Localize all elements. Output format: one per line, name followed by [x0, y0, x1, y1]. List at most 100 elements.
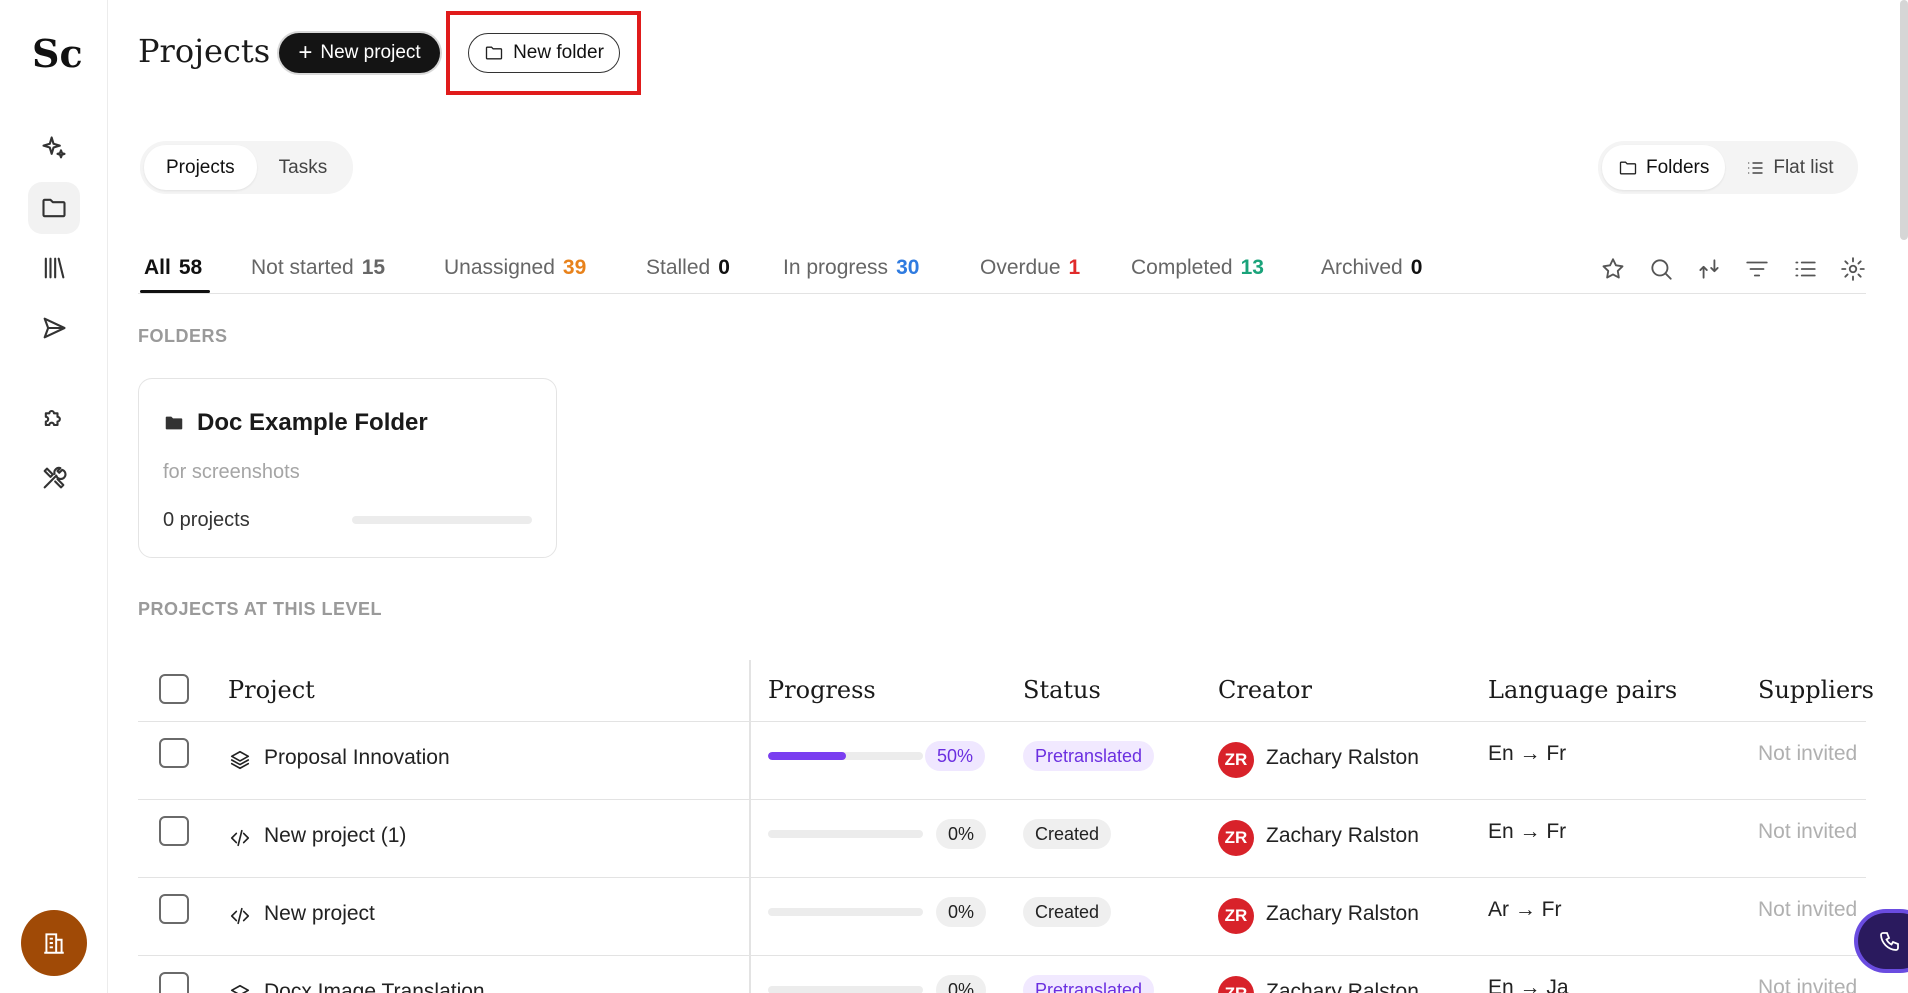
app-logo[interactable]: Sc — [32, 32, 83, 76]
send-icon[interactable] — [28, 302, 80, 354]
phone-icon — [1880, 932, 1899, 951]
suppliers-status: Not invited — [1758, 820, 1858, 843]
organization-button[interactable] — [21, 910, 87, 976]
tab-count: 1 — [1068, 256, 1081, 279]
tab-in-progress[interactable]: In progress 30 — [783, 256, 919, 280]
tab-label: Not started — [251, 256, 354, 279]
code-icon — [229, 905, 251, 927]
row-checkbox[interactable] — [159, 972, 189, 993]
table-row[interactable]: Proposal Innovation 50% Pretranslated ZR… — [138, 722, 1866, 800]
header-project[interactable]: Project — [228, 676, 315, 704]
language-pair: En → Ja — [1488, 976, 1569, 993]
status-tabs: All 58 Not started 15 Unassigned 39 Stalled… — [138, 252, 1866, 294]
scrollbar[interactable] — [1900, 0, 1908, 240]
tab-count: 0 — [718, 256, 730, 279]
creator-name: Zachary Ralston — [1266, 824, 1419, 847]
progress-percent: 0% — [936, 819, 987, 849]
tab-completed[interactable]: Completed 13 — [1131, 256, 1264, 280]
status-badge: Pretranslated — [1023, 975, 1155, 993]
row-checkbox[interactable] — [159, 894, 189, 924]
tab-archived[interactable]: Archived 0 — [1321, 256, 1422, 280]
list-icon — [1748, 161, 1763, 174]
status-badge: Pretranslated — [1023, 741, 1155, 771]
header-suppliers[interactable]: Suppliers — [1758, 676, 1874, 704]
tab-label: Archived — [1321, 256, 1403, 279]
language-pair: En → Fr — [1488, 742, 1567, 765]
header-language-pairs[interactable]: Language pairs — [1488, 676, 1677, 704]
tab-overdue[interactable]: Overdue 1 — [980, 256, 1080, 280]
sort-icon[interactable] — [1696, 256, 1722, 282]
folder-name: Doc Example Folder — [197, 409, 428, 436]
tab-tasks[interactable]: Tasks — [257, 145, 350, 190]
folder-description: for screenshots — [163, 461, 300, 483]
tab-label: Completed — [1131, 256, 1233, 279]
creator-name: Zachary Ralston — [1266, 980, 1419, 993]
header-progress[interactable]: Progress — [768, 676, 876, 704]
row-checkbox[interactable] — [159, 816, 189, 846]
tab-all[interactable]: All 58 — [144, 256, 202, 280]
filter-icon[interactable] — [1744, 256, 1770, 282]
folder-progress-bar — [352, 516, 532, 524]
tab-count: 15 — [361, 256, 386, 279]
table-row[interactable]: New project 0% Created ZR Zachary Ralsto… — [138, 878, 1866, 956]
star-icon[interactable] — [1600, 256, 1626, 282]
tab-not-started[interactable]: Not started 15 — [251, 256, 385, 280]
status-badge: Created — [1023, 897, 1112, 927]
folder-card[interactable]: Doc Example Folder for screenshots 0 pro… — [138, 378, 557, 558]
tab-count: 30 — [896, 256, 920, 279]
new-project-label: New project — [320, 42, 421, 63]
header-creator[interactable]: Creator — [1218, 676, 1312, 704]
table-tools — [1600, 256, 1866, 282]
tab-count: 0 — [1410, 256, 1423, 279]
status-badge: Created — [1023, 819, 1112, 849]
puzzle-icon[interactable] — [28, 392, 80, 444]
flat-list-view-button[interactable]: Flat list — [1725, 145, 1853, 190]
progress-percent: 0% — [936, 897, 987, 927]
suppliers-status: Not invited — [1758, 742, 1858, 765]
building-icon — [44, 933, 64, 954]
layers-icon — [229, 749, 251, 771]
header-status[interactable]: Status — [1023, 676, 1101, 704]
layout-switch: Folders Flat list — [1598, 141, 1858, 194]
tab-count: 58 — [178, 256, 203, 279]
list-icon[interactable] — [1792, 256, 1818, 282]
new-folder-label: New folder — [513, 42, 604, 63]
avatar: ZR — [1218, 976, 1254, 993]
project-name[interactable]: New project — [264, 902, 375, 926]
table-row[interactable]: New project (1) 0% Created ZR Zachary Ra… — [138, 800, 1866, 878]
progress-bar — [768, 908, 923, 916]
suppliers-status: Not invited — [1758, 898, 1858, 921]
table-row[interactable]: Docx Image Translation 0% Pretranslated … — [138, 956, 1866, 993]
avatar: ZR — [1218, 898, 1254, 934]
folders-view-button[interactable]: Folders — [1602, 145, 1726, 190]
sparkle-icon[interactable] — [28, 122, 80, 174]
new-project-button[interactable]: + New project — [279, 33, 440, 73]
tools-icon[interactable] — [28, 452, 80, 504]
call-widget[interactable] — [1858, 913, 1908, 969]
folder-title: Doc Example Folder — [163, 409, 428, 437]
tab-unassigned[interactable]: Unassigned 39 — [444, 256, 586, 280]
table-header: Project Progress Status Creator Language… — [138, 660, 1874, 722]
code-icon — [229, 827, 251, 849]
avatar: ZR — [1218, 820, 1254, 856]
tab-projects[interactable]: Projects — [144, 145, 257, 190]
progress-bar — [768, 830, 923, 838]
project-name[interactable]: Proposal Innovation — [264, 746, 450, 770]
progress-percent: 50% — [925, 741, 986, 771]
flat-list-label: Flat list — [1773, 156, 1834, 178]
row-checkbox[interactable] — [159, 738, 189, 768]
select-all-checkbox[interactable] — [159, 674, 189, 704]
new-folder-button[interactable]: New folder — [468, 33, 620, 73]
project-name[interactable]: New project (1) — [264, 824, 406, 848]
project-name[interactable]: Docx Image Translation — [264, 980, 485, 993]
tab-label: Stalled — [646, 256, 711, 279]
page-title: Projects — [138, 32, 271, 70]
folder-icon[interactable] — [28, 182, 80, 234]
gear-icon[interactable] — [1840, 256, 1866, 282]
plus-icon: + — [298, 39, 313, 66]
folder-icon — [165, 416, 183, 430]
tab-label: In progress — [783, 256, 889, 279]
library-icon[interactable] — [28, 242, 80, 294]
tab-stalled[interactable]: Stalled 0 — [646, 256, 730, 280]
search-icon[interactable] — [1648, 256, 1674, 282]
